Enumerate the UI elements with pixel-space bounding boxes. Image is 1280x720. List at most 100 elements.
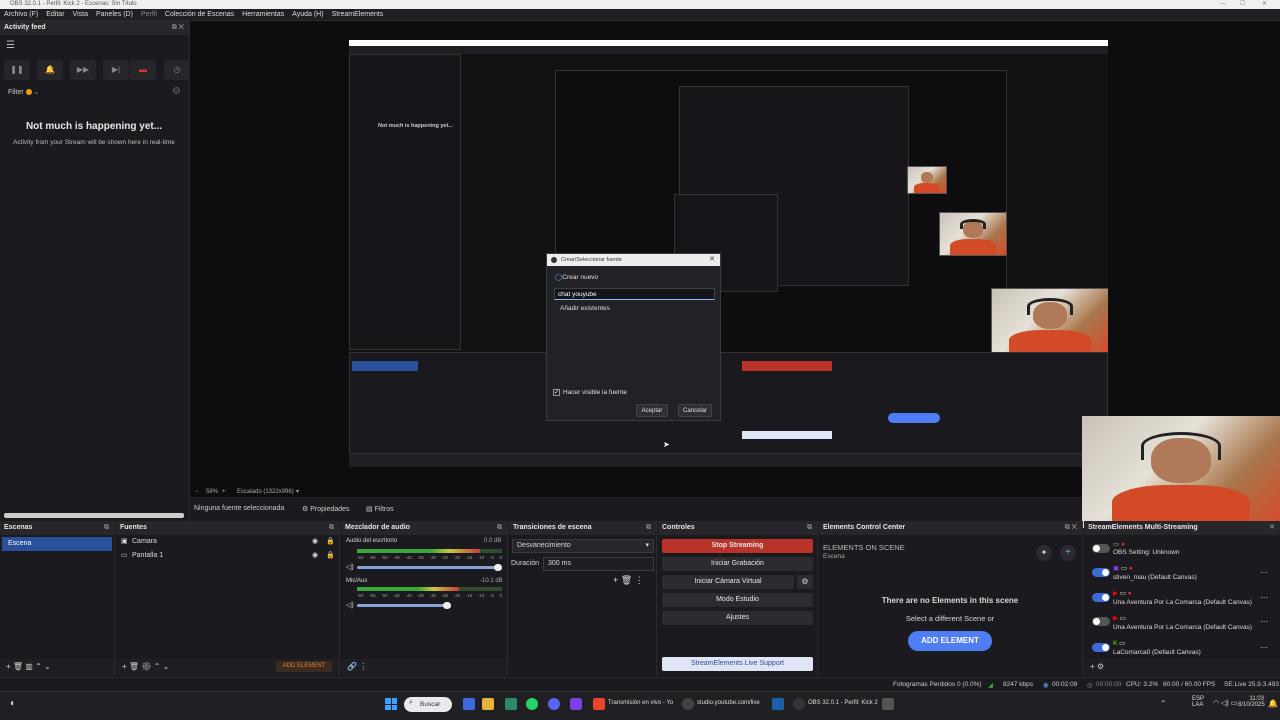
settings-button[interactable]: Ajustes [662, 611, 813, 625]
multistream-gear-icon[interactable]: ⚙ [1097, 662, 1104, 671]
tray-chevron-icon[interactable]: ⌃ [1160, 699, 1167, 708]
more-icon[interactable]: ⋮ [635, 575, 644, 585]
destination-toggle[interactable] [1092, 544, 1110, 553]
dock-float-icon[interactable]: ⧉ [329, 521, 334, 535]
taskbar-app[interactable]: Transmisión en vivo - Yo [608, 700, 673, 706]
virtual-camera-gear-icon[interactable]: ⚙ [797, 575, 813, 589]
cancel-button[interactable]: Cancelar [678, 404, 712, 417]
speaker-icon[interactable]: ◁) [346, 601, 354, 609]
properties-button[interactable]: ⚙ Propiedades [302, 505, 350, 513]
destination-toggle[interactable] [1092, 593, 1110, 602]
volume-slider-knob[interactable] [494, 564, 502, 571]
dock-float-icon[interactable]: ⧉ [807, 521, 812, 535]
add-element-button[interactable]: ADD ELEMENT [276, 661, 332, 672]
menu-archivo[interactable]: Archivo (F) [0, 9, 42, 21]
taskbar-app[interactable]: OBS 32.0.1 - Perfil: Kick 2 [808, 700, 878, 706]
start-recording-button[interactable]: Iniciar Grabación [662, 557, 813, 571]
speaker-icon[interactable]: ◁) [346, 563, 354, 571]
clock[interactable]: 11:03 8/10/2025 [1238, 696, 1265, 708]
bell-icon[interactable]: 🔔 [37, 60, 63, 80]
source-gear-icon[interactable]: ⚙ [141, 662, 151, 671]
whatsapp-icon[interactable] [526, 698, 538, 710]
duration-spinbox[interactable]: 300 ms [543, 557, 654, 571]
down-icon[interactable]: ⌄ [44, 662, 51, 671]
more-icon[interactable]: ⋯ [1260, 593, 1268, 602]
language-indicator[interactable]: ESP LAA [1192, 696, 1204, 708]
more-icon[interactable]: ⋯ [1260, 617, 1268, 626]
add-existing-radio[interactable]: Añadir existentes [560, 305, 610, 312]
up-icon[interactable]: ⌃ [35, 662, 42, 671]
live-support-button[interactable]: StreamElements Live Support [662, 657, 813, 671]
eye-icon[interactable]: ◉ [312, 549, 318, 563]
scene-item[interactable]: Escena [2, 537, 112, 551]
app-icon[interactable] [882, 698, 894, 710]
dock-float-icon[interactable]: ⧉ [104, 521, 109, 535]
preview-canvas[interactable]: Not much is happening yet... [349, 40, 1108, 467]
add-transition-icon[interactable]: + [613, 575, 618, 585]
gear-icon[interactable]: ⚙ [172, 86, 181, 97]
add-scene-icon[interactable]: + [6, 662, 11, 671]
zoom-in-icon[interactable]: + [222, 489, 226, 495]
more-icon[interactable]: ⋯ [1260, 568, 1268, 577]
dialog-close-icon[interactable]: ✕ [709, 254, 715, 266]
maximize-icon[interactable]: ☐ [1240, 0, 1245, 9]
windows-start-icon[interactable] [385, 698, 397, 710]
menu-coleccion[interactable]: Colección de Escenas [161, 9, 238, 21]
dock-close-icon[interactable]: ⧉ ✕ [172, 21, 184, 35]
menu-herramientas[interactable]: Herramientas [238, 9, 288, 21]
next-icon[interactable]: ▶| [103, 60, 129, 80]
filter-dropdown[interactable]: Filter ⌄ [8, 88, 39, 96]
remove-scene-icon[interactable]: 🗑 [13, 662, 23, 671]
notification-icon[interactable]: 🔔 [1268, 699, 1278, 708]
more-icon[interactable]: ⋯ [1260, 643, 1268, 652]
create-new-radio[interactable]: ◯Crear nuevo [555, 273, 598, 281]
menu-streamelements[interactable]: StreamElements [328, 9, 388, 21]
sparkle-icon[interactable]: ✦ [1036, 545, 1052, 561]
dock-float-icon[interactable]: ⧉ [646, 521, 651, 535]
dock-close-icon[interactable]: ✕ [1269, 521, 1275, 535]
zoom-dropdown-icon[interactable]: ▾ [296, 488, 299, 495]
menu-editar[interactable]: Editar [42, 9, 68, 21]
dock-float-icon[interactable]: ⧉ [497, 521, 502, 535]
destination-toggle[interactable] [1092, 568, 1110, 577]
zoom-scaled[interactable]: Escalado (1322x996) [237, 489, 294, 495]
remove-transition-icon[interactable]: 🗑 [621, 575, 632, 585]
filter-scene-icon[interactable]: ▥ [25, 662, 33, 671]
taskbar-app[interactable]: studio.youtube.com/live [697, 700, 760, 706]
ok-button[interactable]: Aceptar [636, 404, 668, 417]
steam-icon[interactable] [772, 698, 784, 710]
source-item-camara[interactable]: ▣ Camara ◉ 🔒 [116, 535, 339, 549]
menu-perfil[interactable]: Perfil [137, 9, 161, 21]
globe-icon[interactable] [682, 698, 694, 710]
eye-icon[interactable]: ◉ [312, 535, 318, 549]
source-item-pantalla[interactable]: ▭ Pantalla 1 ◉ 🔒 [116, 549, 339, 563]
close-icon[interactable]: ✕ [1262, 0, 1267, 9]
destination-toggle[interactable] [1092, 617, 1110, 626]
destination-toggle[interactable] [1092, 643, 1110, 652]
taskview-icon[interactable] [463, 698, 475, 710]
add-element-button[interactable]: ADD ELEMENT [908, 631, 992, 651]
lock-icon[interactable]: 🔒 [326, 535, 335, 549]
add-destination-icon[interactable]: + [1090, 662, 1095, 671]
activity-scrollbar[interactable] [0, 511, 188, 519]
up-icon[interactable]: ⌃ [154, 662, 161, 671]
visible-checkbox[interactable]: ✓ [553, 389, 560, 396]
brave-icon[interactable] [593, 698, 605, 710]
menu-ayuda[interactable]: Ayuda (H) [288, 9, 327, 21]
volume-slider[interactable] [357, 566, 502, 569]
menu-paneles[interactable]: Paneles (D) [92, 9, 137, 21]
file-explorer-icon[interactable] [482, 698, 494, 710]
lock-icon[interactable]: 🔒 [326, 549, 335, 563]
dock-close-icon[interactable]: ⧉ ✕ [1065, 521, 1077, 535]
mute-icon[interactable]: ▬ [130, 60, 156, 80]
app-icon[interactable] [570, 698, 582, 710]
virtual-camera-button[interactable]: Iniciar Cámara Virtual [662, 575, 794, 589]
filters-button[interactable]: ▤ Filtros [366, 505, 394, 513]
add-icon[interactable]: + [1060, 545, 1076, 561]
pause-icon[interactable]: ❚❚ [4, 60, 30, 80]
minimize-icon[interactable]: — [1220, 0, 1226, 9]
discord-icon[interactable] [548, 698, 560, 710]
network-volume-icons[interactable]: ◠ ◁) ▭ [1213, 699, 1237, 707]
store-icon[interactable] [505, 698, 517, 710]
stop-streaming-button[interactable]: Stop Streaming [662, 539, 813, 553]
